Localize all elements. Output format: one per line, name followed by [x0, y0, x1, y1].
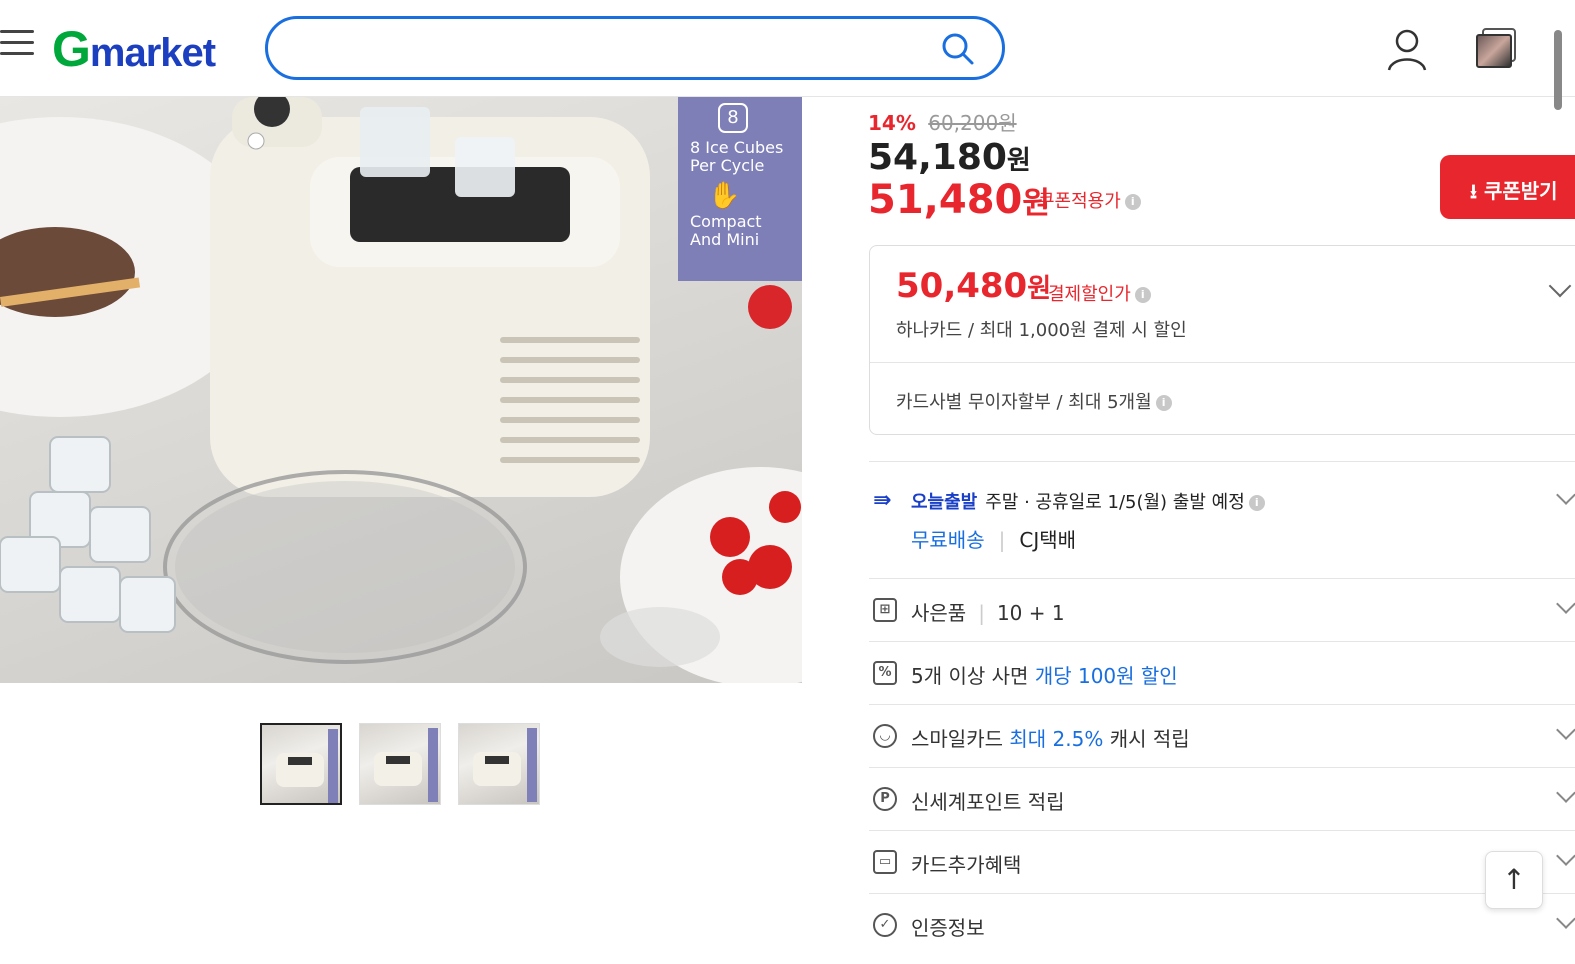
arrow-up-icon: ↑	[1502, 863, 1526, 896]
info-icon[interactable]: i	[1134, 287, 1151, 303]
scroll-to-top-button[interactable]: ↑	[1485, 851, 1543, 909]
payment-discount-box[interactable]: 50,480원 결제할인가 i 하나카드 / 최대 1,000원 결제 시 할인 …	[869, 245, 1575, 435]
chevron-down-icon[interactable]	[1556, 846, 1575, 866]
chevron-down-icon[interactable]	[1556, 594, 1575, 614]
points-row[interactable]: P 신세계포인트 적립	[869, 767, 1575, 830]
shield-icon: ✓	[873, 913, 897, 937]
payment-desc: 하나카드 / 최대 1,000원 결제 시 할인	[896, 320, 1187, 341]
discount-row: 14% 60,200원	[868, 107, 1017, 136]
recent-viewed-icon[interactable]	[1474, 28, 1518, 70]
gift-icon: ⊞	[873, 598, 897, 622]
original-price: 60,200원	[928, 111, 1017, 135]
chevron-down-icon[interactable]	[1556, 909, 1575, 929]
today-ship-tag: 오늘출발	[911, 492, 978, 513]
hand-icon: ✋	[708, 181, 741, 211]
coupon-download-button[interactable]: ⭳ 쿠폰받기	[1440, 155, 1575, 219]
points-icon: P	[873, 787, 897, 811]
bulk-discount-row[interactable]: % 5개 이상 사면 개당 100원 할인	[869, 641, 1575, 704]
chevron-down-icon[interactable]	[1556, 783, 1575, 803]
payment-label: 결제할인가 i	[1048, 280, 1151, 306]
coupon-price: 51,480원	[868, 177, 1050, 223]
gift-row[interactable]: ⊞ 사은품 | 10 + 1	[869, 578, 1575, 641]
installment-info: 카드사별 무이자할부 / 최대 5개월 i	[896, 388, 1172, 414]
thumbnail-2[interactable]	[359, 723, 441, 805]
feature-badge: 8 8 Ice Cubes Per Cycle ✋ Compact And Mi…	[678, 97, 802, 281]
gmarket-logo[interactable]: Gmarket	[52, 20, 216, 78]
card-icon: ▭	[873, 850, 897, 874]
product-main-image[interactable]: 8 8 Ice Cubes Per Cycle ✋ Compact And Mi…	[0, 97, 802, 683]
shipping-row[interactable]: ⇛ 오늘출발 주말 · 공휴일로 1/5(월) 출발 예정 i 무료배송 | CJ택배	[869, 461, 1575, 578]
smile-card-icon: ◡	[873, 724, 897, 748]
payment-price: 50,480원	[896, 266, 1052, 306]
sale-price: 54,180원	[868, 137, 1031, 178]
smile-card-row[interactable]: ◡ 스마일카드 최대 2.5% 캐시 적립	[869, 704, 1575, 767]
truck-icon: ⇛	[873, 488, 892, 513]
info-icon[interactable]: i	[1155, 395, 1172, 411]
search-icon[interactable]	[940, 31, 976, 67]
discount-percent: 14%	[868, 111, 916, 135]
thumbnail-3[interactable]	[458, 723, 540, 805]
coupon-label: 쿠폰적용가 i	[1038, 187, 1141, 213]
thumbnail-1[interactable]	[260, 723, 342, 805]
certification-row[interactable]: ✓ 인증정보	[869, 893, 1575, 956]
user-icon[interactable]	[1384, 26, 1430, 72]
scrollbar[interactable]	[1554, 30, 1562, 110]
download-icon: ⭳	[1470, 179, 1484, 203]
header: Gmarket	[0, 0, 1575, 110]
discount-tag-icon: %	[873, 661, 897, 685]
chevron-down-icon[interactable]	[1548, 274, 1572, 298]
info-icon[interactable]: i	[1248, 495, 1265, 511]
menu-icon[interactable]	[0, 30, 34, 60]
carrier: CJ택배	[1019, 528, 1077, 552]
free-shipping: 무료배송	[911, 528, 985, 552]
chevron-down-icon[interactable]	[1556, 720, 1575, 740]
info-icon[interactable]: i	[1124, 194, 1141, 210]
divider	[870, 362, 1575, 363]
search-bar	[265, 16, 1005, 80]
card-benefit-row[interactable]: ▭ 카드추가혜택	[869, 830, 1575, 893]
search-input[interactable]	[292, 31, 932, 67]
chevron-down-icon[interactable]	[1556, 485, 1575, 505]
